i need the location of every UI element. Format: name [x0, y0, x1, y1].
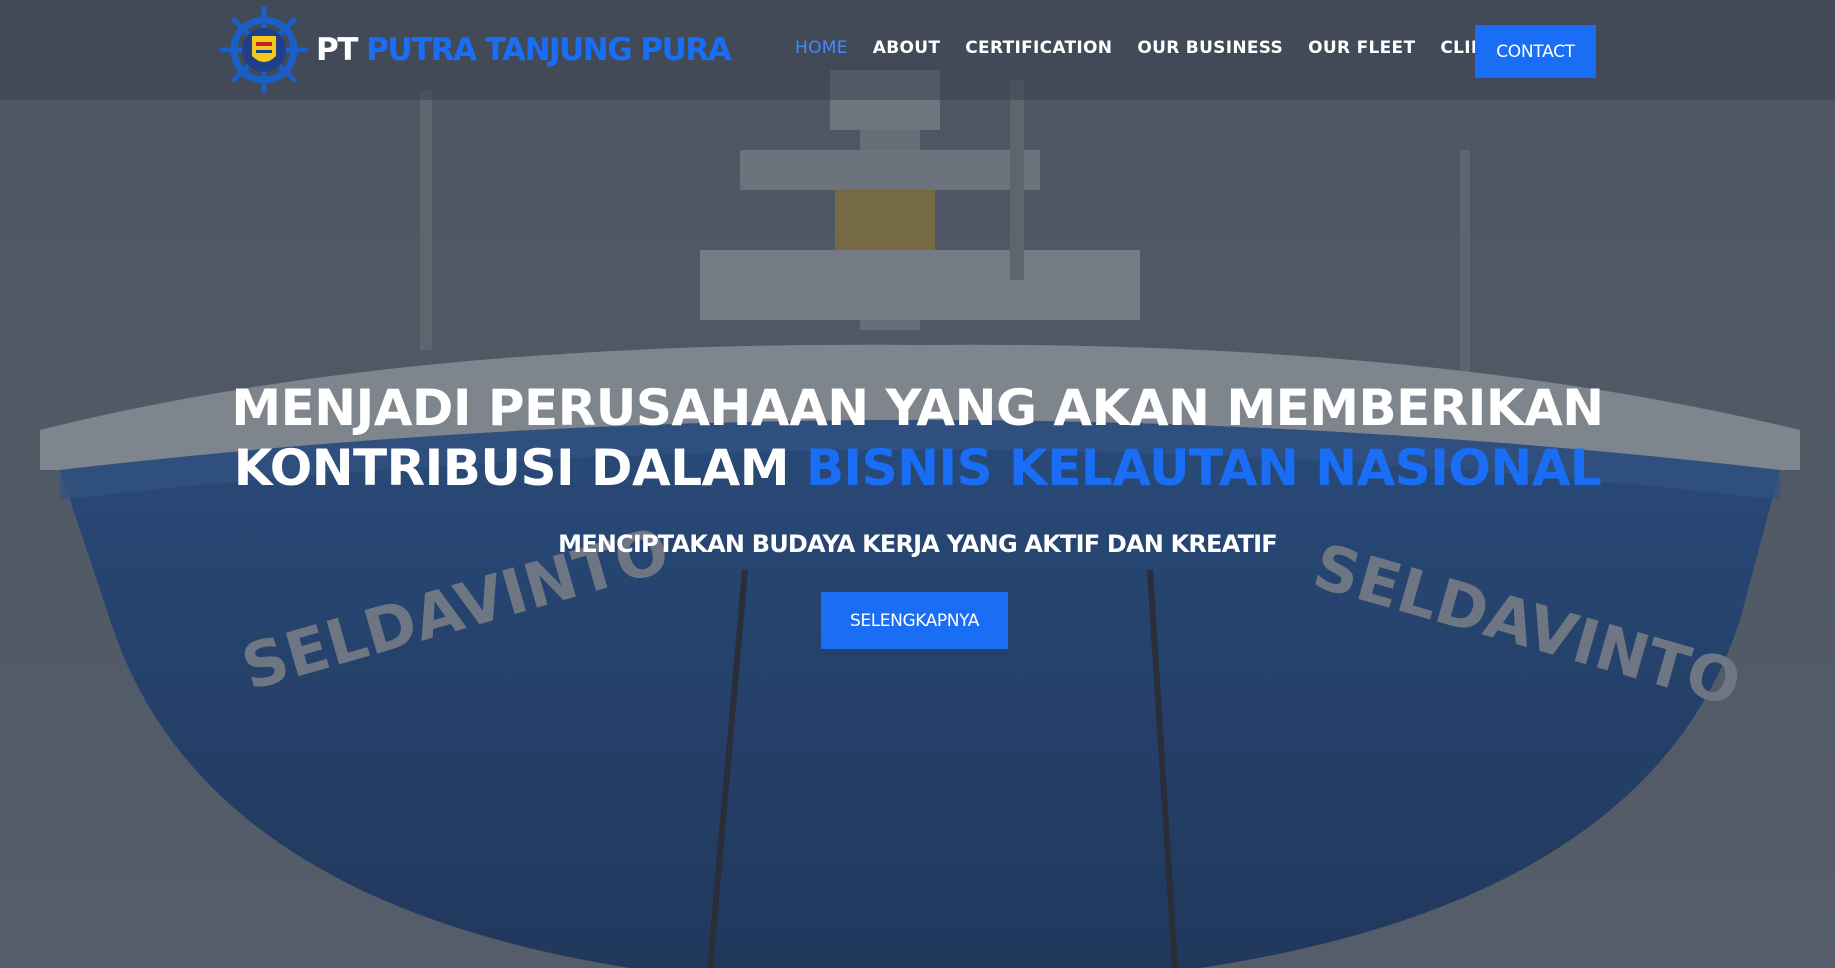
brand-company-name: PUTRA TANJUNG PURA — [366, 32, 732, 68]
main-nav: HOME ABOUT CERTIFICATION OUR BUSINESS OU… — [795, 38, 1534, 58]
hero-headline-accent: BISNIS KELAUTAN NASIONAL — [805, 439, 1602, 497]
brand-name: PT PUTRA TANJUNG PURA — [316, 32, 732, 68]
ship-wheel-emblem-icon — [220, 6, 308, 94]
nav-item-home[interactable]: HOME — [795, 38, 848, 58]
hero-headline-line1: MENJADI PERUSAHAAN YANG AKAN MEMBERIKAN — [231, 379, 1604, 437]
hero-section: SELDAVINTO SELDAVINTO PT PUTRA TANJUNG P… — [0, 0, 1835, 968]
site-logo[interactable]: PT PUTRA TANJUNG PURA — [220, 6, 732, 94]
contact-button[interactable]: CONTACT — [1475, 25, 1596, 78]
hero-subheadline: MENCIPTAKAN BUDAYA KERJA YANG AKTIF DAN … — [558, 530, 1278, 558]
nav-item-about[interactable]: ABOUT — [873, 38, 940, 58]
site-header: PT PUTRA TANJUNG PURA HOME ABOUT CERTIFI… — [0, 0, 1835, 100]
nav-item-certification[interactable]: CERTIFICATION — [965, 38, 1112, 58]
nav-item-our-business[interactable]: OUR BUSINESS — [1137, 38, 1283, 58]
brand-prefix: PT — [316, 32, 358, 68]
hero-headline-line2: KONTRIBUSI DALAM BISNIS KELAUTAN NASIONA… — [0, 438, 1835, 498]
nav-item-our-fleet[interactable]: OUR FLEET — [1308, 38, 1415, 58]
hero-headline-line2-prefix: KONTRIBUSI DALAM — [233, 439, 790, 497]
hero-headline: MENJADI PERUSAHAAN YANG AKAN MEMBERIKAN … — [0, 378, 1835, 498]
learn-more-button[interactable]: SELENGKAPNYA — [821, 592, 1008, 649]
